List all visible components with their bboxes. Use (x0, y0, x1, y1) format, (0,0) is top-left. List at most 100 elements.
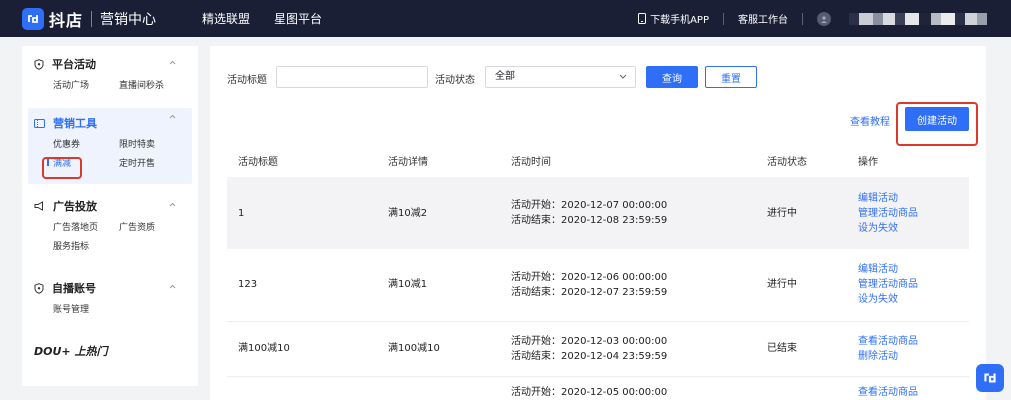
search-button[interactable]: 查询 (646, 66, 698, 88)
sidebar-section-header[interactable]: 广告投放 (28, 196, 192, 216)
nav-link-xingtu[interactable]: 星图平台 (274, 10, 322, 27)
main-content: 活动标题 活动状态 全部 查询 重置 查看教程 创建活动 活动标题 活动详情 活… (210, 46, 986, 400)
delete-activity-link[interactable]: 删除活动 (858, 349, 969, 364)
sidebar-section-self-live-account: 自播账号 账号管理 (28, 278, 192, 318)
col-header-title: 活动标题 (238, 156, 278, 168)
reset-button[interactable]: 重置 (705, 66, 757, 88)
sidebar-item-ad-qualification[interactable]: 广告资质 (119, 220, 199, 233)
table-row: 1 满10减2 活动开始：2020-12-07 00:00:00 活动结束：202… (227, 177, 969, 249)
cell-title: 满100减10 (227, 321, 377, 377)
time-start: 活动开始：2020-12-06 00:00:00 (511, 271, 668, 283)
cell-detail: 满100减10 (377, 321, 500, 377)
cell-actions: 查看活动商品 删除活动 (847, 321, 969, 377)
topbar-divider (723, 12, 724, 25)
cell-detail (377, 376, 500, 400)
shield-icon (34, 282, 44, 294)
cell-status: 进行中 (756, 249, 847, 322)
table-row: 满100减10 满100减10 活动开始：2020-12-03 00:00:00… (227, 321, 969, 377)
cell-status: 进行中 (756, 177, 847, 249)
title-filter-label: 活动标题 (227, 75, 267, 86)
cell-actions: 编辑活动 管理活动商品 设为失效 (847, 249, 969, 322)
highlight-box (896, 102, 978, 146)
brand-name: 抖店 (49, 10, 84, 30)
time-start: 活动开始：2020-12-03 00:00:00 (511, 335, 668, 347)
sidebar-item-dou-plus[interactable]: DOU+ 上热门 (34, 343, 107, 359)
avatar-icon[interactable] (817, 11, 831, 26)
sidebar-item-flash-sale[interactable]: 限时特卖 (119, 137, 199, 150)
sidebar-item-scheduled-sale[interactable]: 定时开售 (119, 156, 199, 169)
deactivate-link[interactable]: 设为失效 (858, 221, 969, 236)
col-header-time: 活动时间 (511, 156, 551, 168)
sidebar-section-header[interactable]: 平台活动 (28, 54, 192, 74)
nav-link-jingxuan[interactable]: 精选联盟 (202, 10, 250, 27)
col-header-actions: 操作 (858, 156, 878, 168)
time-start: 活动开始：2020-12-05 00:00:00 (511, 386, 668, 398)
brand-divider (91, 10, 93, 27)
brand-subtitle: 营销中心 (100, 11, 157, 28)
sidebar: 平台活动 活动广场 直播间秒杀 营销工具 优惠券 限时特卖 满减 定时开售 广告… (22, 46, 198, 386)
cell-time: 活动开始：2020-12-05 00:00:00 (500, 376, 756, 400)
time-start: 活动开始：2020-12-07 00:00:00 (511, 200, 668, 211)
cell-title (227, 376, 377, 400)
username-mosaic[interactable] (849, 12, 987, 25)
cell-detail: 满10减1 (377, 249, 500, 322)
cell-title: 1 (227, 177, 377, 249)
sidebar-item-live-seckill[interactable]: 直播间秒杀 (119, 78, 199, 91)
time-end: 活动结束：2020-12-07 23:59:59 (511, 286, 668, 298)
col-header-detail: 活动详情 (388, 156, 428, 168)
ticket-icon (34, 118, 45, 128)
table-row: 活动开始：2020-12-05 00:00:00 查看活动商品 (227, 376, 969, 400)
status-filter-select[interactable]: 全部 (485, 66, 636, 88)
cell-status (756, 376, 847, 400)
megaphone-icon (34, 201, 43, 211)
top-nav-bar: 抖店 营销中心 精选联盟 星图平台 下载手机APP 客服工作台 (0, 0, 1011, 37)
table-row: 123 满10减1 活动开始：2020-12-06 00:00:00 活动结束：2… (227, 249, 969, 322)
sidebar-section-header[interactable]: 营销工具 (28, 113, 192, 133)
sidebar-item-ad-landing-page[interactable]: 广告落地页 (53, 220, 119, 233)
view-products-link[interactable]: 查看活动商品 (858, 334, 969, 349)
sidebar-section-title: 广告投放 (53, 200, 97, 213)
sidebar-section-platform: 平台活动 活动广场 直播间秒杀 (28, 54, 192, 106)
cell-time: 活动开始：2020-12-06 00:00:00 活动结束：2020-12-07 … (500, 249, 756, 322)
view-products-link[interactable]: 查看活动商品 (858, 385, 969, 400)
deactivate-link[interactable]: 设为失效 (858, 292, 969, 307)
phone-icon (638, 13, 647, 24)
time-end: 活动结束：2020-12-04 23:59:59 (511, 350, 668, 362)
cell-time: 活动开始：2020-12-07 00:00:00 活动结束：2020-12-08 … (500, 177, 756, 249)
sidebar-item-service-metrics[interactable]: 服务指标 (53, 239, 119, 252)
cell-actions: 查看活动商品 (847, 376, 969, 400)
shield-icon (34, 58, 44, 70)
sidebar-section-title: 平台活动 (52, 58, 96, 71)
sidebar-section-ads: 广告投放 广告落地页 广告资质 服务指标 (28, 196, 192, 262)
cell-title: 123 (227, 249, 377, 322)
col-header-status: 活动状态 (767, 156, 807, 168)
chevron-up-icon (169, 114, 176, 119)
activity-table: 活动标题 活动详情 活动时间 活动状态 操作 1 满10减2 活动开始：2020… (227, 143, 969, 400)
title-filter-input[interactable] (276, 66, 428, 88)
chevron-up-icon (169, 202, 176, 207)
cell-status: 已结束 (756, 321, 847, 377)
floating-doudian-icon[interactable] (976, 364, 1004, 392)
cell-actions: 编辑活动 管理活动商品 设为失效 (847, 177, 969, 249)
top-right-area: 下载手机APP 客服工作台 (638, 0, 987, 37)
sidebar-item-activity-square[interactable]: 活动广场 (53, 78, 119, 91)
brand-logo[interactable]: 抖店 营销中心 (22, 7, 156, 31)
manage-products-link[interactable]: 管理活动商品 (858, 206, 969, 221)
status-filter-value: 全部 (495, 71, 515, 82)
cell-time: 活动开始：2020-12-03 00:00:00 活动结束：2020-12-04 … (500, 321, 756, 377)
table-header-row: 活动标题 活动详情 活动时间 活动状态 操作 (227, 143, 969, 177)
chevron-up-icon (169, 60, 176, 65)
highlight-box (42, 157, 82, 179)
doudian-logo-icon (22, 7, 44, 30)
sidebar-item-coupon[interactable]: 优惠券 (53, 137, 119, 150)
customer-service-link[interactable]: 客服工作台 (738, 11, 788, 26)
cell-detail: 满10减2 (377, 177, 500, 249)
download-app-link[interactable]: 下载手机APP (650, 11, 709, 26)
edit-activity-link[interactable]: 编辑活动 (858, 262, 969, 277)
tutorial-link[interactable]: 查看教程 (850, 113, 890, 128)
sidebar-item-account-management[interactable]: 账号管理 (53, 302, 119, 315)
edit-activity-link[interactable]: 编辑活动 (858, 191, 969, 206)
manage-products-link[interactable]: 管理活动商品 (858, 277, 969, 292)
time-end: 活动结束：2020-12-08 23:59:59 (511, 215, 668, 226)
sidebar-section-header[interactable]: 自播账号 (28, 278, 192, 298)
